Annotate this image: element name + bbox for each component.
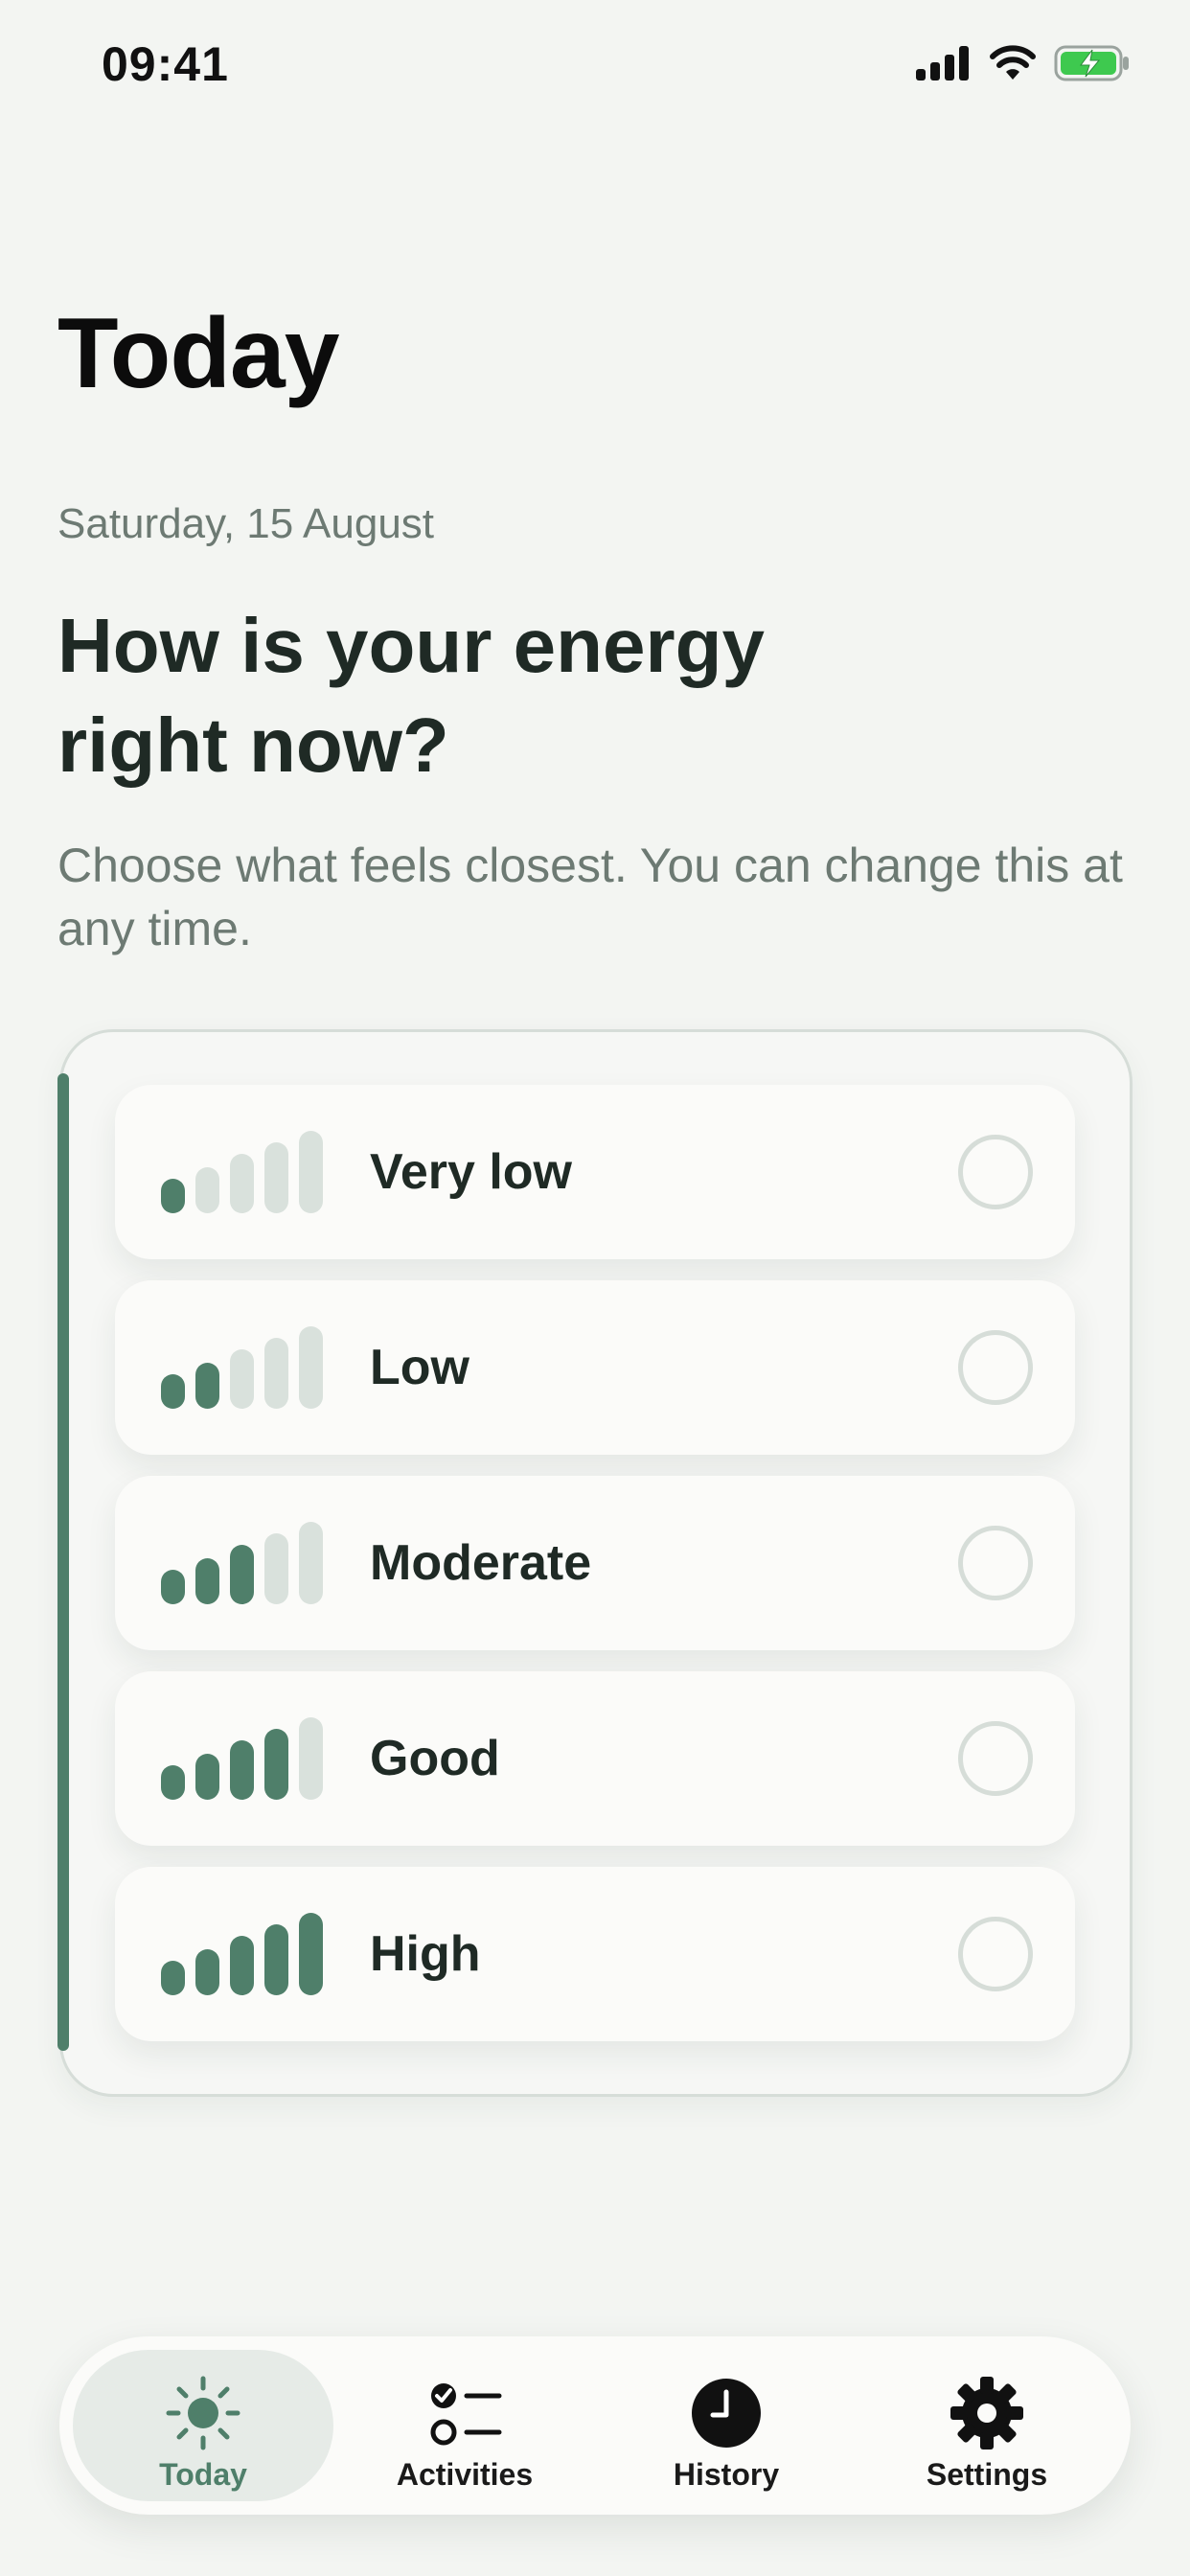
energy-option-high[interactable]: High bbox=[115, 1867, 1075, 2041]
screen: 09:41 Today Saturday, 15 August How is y… bbox=[0, 0, 1190, 2576]
energy-level-bar bbox=[230, 1740, 254, 1800]
cellular-signal-icon bbox=[916, 46, 969, 80]
clock-icon bbox=[686, 2373, 767, 2453]
energy-level-bar bbox=[161, 1570, 185, 1604]
energy-level-bar bbox=[230, 1545, 254, 1604]
sun-icon bbox=[163, 2373, 243, 2453]
energy-level-bar bbox=[299, 1131, 323, 1213]
tab-settings[interactable]: Settings bbox=[857, 2350, 1117, 2501]
energy-level-bar bbox=[195, 1949, 219, 1995]
tab-label: Today bbox=[159, 2457, 247, 2492]
energy-level-icon bbox=[161, 1131, 323, 1213]
tab-label: Activities bbox=[396, 2457, 534, 2492]
option-label: Moderate bbox=[370, 1535, 592, 1591]
accent-bar bbox=[57, 1073, 69, 2051]
energy-option-good[interactable]: Good bbox=[115, 1671, 1075, 1846]
option-label: High bbox=[370, 1926, 481, 1982]
energy-level-bar bbox=[299, 1326, 323, 1409]
tab-history[interactable]: History bbox=[596, 2350, 857, 2501]
radio-button[interactable] bbox=[958, 1330, 1033, 1405]
date-label: Saturday, 15 August bbox=[57, 500, 435, 547]
energy-level-bar bbox=[264, 1924, 288, 1995]
energy-level-bar bbox=[161, 1961, 185, 1995]
status-bar: 09:41 bbox=[0, 0, 1190, 134]
energy-level-icon bbox=[161, 1913, 323, 1995]
energy-option-moderate[interactable]: Moderate bbox=[115, 1476, 1075, 1650]
energy-level-bar bbox=[264, 1533, 288, 1604]
energy-level-bar bbox=[299, 1913, 323, 1995]
energy-level-bar bbox=[230, 1154, 254, 1213]
radio-button[interactable] bbox=[958, 1135, 1033, 1209]
page-title: Today bbox=[57, 298, 340, 409]
energy-option-very-low[interactable]: Very low bbox=[115, 1085, 1075, 1259]
energy-level-bar bbox=[195, 1363, 219, 1409]
energy-option-low[interactable]: Low bbox=[115, 1280, 1075, 1455]
energy-level-bar bbox=[264, 1338, 288, 1409]
status-icons bbox=[916, 44, 1131, 82]
tab-today[interactable]: Today bbox=[73, 2350, 333, 2501]
radio-button[interactable] bbox=[958, 1526, 1033, 1600]
energy-level-bar bbox=[264, 1142, 288, 1213]
option-label: Good bbox=[370, 1731, 500, 1786]
wifi-icon bbox=[990, 45, 1036, 80]
energy-level-bar bbox=[161, 1374, 185, 1409]
energy-level-icon bbox=[161, 1717, 323, 1800]
hint-text: Choose what feels closest. You can chang… bbox=[57, 839, 1123, 955]
energy-level-bar bbox=[195, 1167, 219, 1213]
energy-level-icon bbox=[161, 1326, 323, 1409]
energy-level-bar bbox=[230, 1349, 254, 1409]
energy-level-bar bbox=[299, 1717, 323, 1800]
gear-icon bbox=[947, 2373, 1027, 2453]
option-label: Very low bbox=[370, 1144, 572, 1200]
energy-level-bar bbox=[230, 1936, 254, 1995]
tab-activities[interactable]: Activities bbox=[334, 2350, 595, 2501]
battery-charging-icon bbox=[1054, 45, 1129, 81]
radio-button[interactable] bbox=[958, 1721, 1033, 1796]
energy-level-bar bbox=[195, 1558, 219, 1604]
tab-label: History bbox=[673, 2457, 780, 2492]
energy-question: How is your energy right now? bbox=[57, 603, 765, 788]
energy-level-bar bbox=[264, 1729, 288, 1800]
option-label: Low bbox=[370, 1340, 469, 1395]
radio-button[interactable] bbox=[958, 1917, 1033, 1991]
checklist-icon bbox=[424, 2373, 505, 2453]
tab-label: Settings bbox=[926, 2457, 1048, 2492]
tab-bar: Today Activities History Settings bbox=[59, 2336, 1131, 2515]
energy-level-bar bbox=[161, 1179, 185, 1213]
energy-level-bar bbox=[299, 1522, 323, 1604]
status-time: 09:41 bbox=[102, 37, 229, 91]
energy-level-icon bbox=[161, 1522, 323, 1604]
energy-level-bar bbox=[161, 1765, 185, 1800]
energy-level-bar bbox=[195, 1754, 219, 1800]
